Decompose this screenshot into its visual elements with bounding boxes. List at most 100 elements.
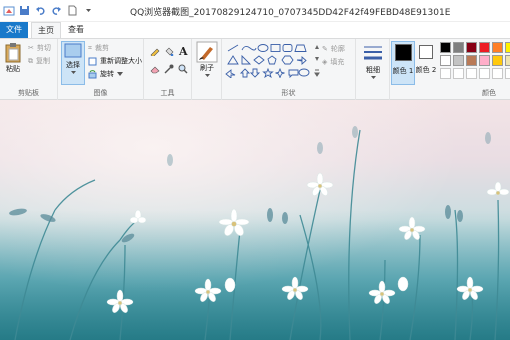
callout-shape-icon — [288, 69, 299, 78]
rotate-dropdown-icon — [117, 72, 123, 76]
shapes-group: ✎ 轮廓 ◈ 填充 形状 — [222, 39, 356, 100]
line-thickness-icon — [364, 46, 382, 60]
text-tool-icon[interactable]: A — [178, 45, 188, 56]
color2-button[interactable]: 颜色 2 — [415, 41, 437, 85]
five-point-star-shape-icon — [262, 67, 274, 78]
redo-icon[interactable] — [50, 4, 63, 17]
outline-button[interactable]: ✎ 轮廓 — [322, 44, 345, 54]
shapes-gallery[interactable] — [225, 42, 313, 78]
color2-swatch — [419, 45, 433, 59]
palette-swatch[interactable] — [453, 42, 464, 53]
oval-callout-shape-icon — [298, 68, 310, 77]
color2-label: 颜色 2 — [415, 66, 437, 74]
polygon-shape-icon — [294, 44, 307, 52]
tab-file[interactable]: 文件 — [0, 22, 28, 38]
eraser-icon[interactable] — [150, 64, 160, 74]
shapes-scroll-icon[interactable] — [314, 43, 320, 77]
triangle-shape-icon — [227, 55, 239, 65]
color1-swatch — [394, 44, 412, 61]
fill-label: 填充 — [330, 58, 345, 66]
ribbon-tabs: 文件 主页 查看 — [0, 22, 510, 38]
tab-view[interactable]: 查看 — [62, 22, 90, 38]
brushes-button[interactable]: 刷子 — [195, 41, 219, 78]
brushes-dropdown-icon — [204, 74, 210, 77]
outline-icon: ✎ — [322, 45, 328, 53]
palette-swatch[interactable] — [505, 55, 510, 66]
palette-swatch[interactable] — [479, 68, 490, 79]
fill-bucket-icon[interactable] — [164, 46, 174, 56]
scissors-icon: ✂ — [28, 44, 34, 52]
crop-label: 裁剪 — [94, 44, 109, 52]
paste-icon — [5, 43, 21, 63]
palette-swatch[interactable] — [492, 68, 503, 79]
select-label: 选择 — [66, 61, 80, 69]
size-button[interactable]: 粗细 — [360, 43, 386, 80]
up-arrow-shape-icon — [239, 68, 251, 78]
select-button[interactable]: 选择 — [61, 41, 85, 85]
paint-app-icon[interactable] — [2, 4, 15, 17]
outline-label: 轮廓 — [330, 45, 345, 53]
palette-swatch[interactable] — [466, 42, 477, 53]
crop-button[interactable]: ⌗ 裁剪 — [88, 43, 109, 53]
tab-home[interactable]: 主页 — [31, 22, 61, 38]
down-arrow-shape-icon — [249, 68, 261, 78]
colors-group-label: 颜色 — [482, 89, 496, 97]
undo-icon[interactable] — [34, 4, 47, 17]
resize-icon — [88, 57, 97, 65]
line-shape-icon — [227, 44, 239, 52]
clipboard-group-label: 剪贴板 — [18, 89, 39, 97]
colors-group: 颜色 1 颜色 2 颜色 — [390, 39, 510, 100]
svg-text:A: A — [178, 45, 188, 56]
brushes-group: 刷子 — [192, 39, 222, 100]
save-icon[interactable] — [18, 4, 31, 17]
image-group-label: 图像 — [93, 89, 108, 97]
hexagon-shape-icon — [281, 55, 294, 65]
right-triangle-shape-icon — [241, 54, 252, 65]
palette-swatch[interactable] — [440, 68, 451, 79]
curve-shape-icon — [241, 45, 257, 51]
drawing-canvas[interactable] — [0, 100, 510, 340]
palette-swatch[interactable] — [479, 55, 490, 66]
paste-label: 粘贴 — [6, 65, 20, 73]
pencil-icon[interactable] — [150, 46, 160, 56]
diamond-shape-icon — [253, 55, 265, 65]
magnifier-icon[interactable] — [178, 64, 188, 74]
title-bar: QQ浏览器截图_20170829124710_0707345DD42F42f49… — [0, 0, 510, 22]
tools-group: A 工具 — [144, 39, 192, 100]
brush-icon — [196, 41, 218, 63]
color1-button[interactable]: 颜色 1 — [391, 41, 415, 85]
image-group: 选择 ⌗ 裁剪 重新调整大小 旋转 图像 — [58, 39, 144, 100]
copy-button[interactable]: ⧉ 复制 — [28, 56, 50, 66]
cut-label: 剪切 — [36, 44, 51, 52]
fill-button[interactable]: ◈ 填充 — [322, 57, 344, 67]
palette-swatch[interactable] — [479, 42, 490, 53]
copy-icon: ⧉ — [28, 56, 33, 65]
palette-swatch[interactable] — [492, 42, 503, 53]
new-file-icon[interactable] — [66, 4, 79, 17]
quick-access-toolbar — [2, 4, 95, 17]
palette-swatch[interactable] — [453, 55, 464, 66]
palette-swatch[interactable] — [492, 55, 503, 66]
copy-label: 复制 — [36, 57, 50, 65]
rotate-label: 旋转 — [100, 70, 114, 78]
rotate-button[interactable]: 旋转 — [88, 69, 123, 79]
palette-swatch[interactable] — [440, 42, 451, 53]
brushes-label: 刷子 — [200, 64, 214, 72]
palette-swatch[interactable] — [466, 55, 477, 66]
palette-swatch[interactable] — [466, 68, 477, 79]
color-picker-icon[interactable] — [164, 64, 174, 74]
palette-swatch[interactable] — [440, 55, 451, 66]
palette-swatch[interactable] — [505, 68, 510, 79]
cut-button[interactable]: ✂ 剪切 — [28, 43, 51, 53]
paste-button[interactable]: 粘贴 — [3, 42, 23, 74]
qat-dropdown-icon[interactable] — [82, 4, 95, 17]
rectangle-shape-icon — [270, 44, 281, 52]
oval-shape-icon — [257, 44, 269, 52]
size-label: 粗细 — [366, 66, 380, 74]
flower-photo — [0, 100, 510, 340]
palette-swatch[interactable] — [453, 68, 464, 79]
palette-swatch[interactable] — [505, 42, 510, 53]
clipboard-group: 粘贴 ✂ 剪切 ⧉ 复制 剪贴板 — [0, 39, 58, 100]
resize-button[interactable]: 重新调整大小 — [88, 56, 142, 66]
resize-label: 重新调整大小 — [100, 57, 142, 65]
